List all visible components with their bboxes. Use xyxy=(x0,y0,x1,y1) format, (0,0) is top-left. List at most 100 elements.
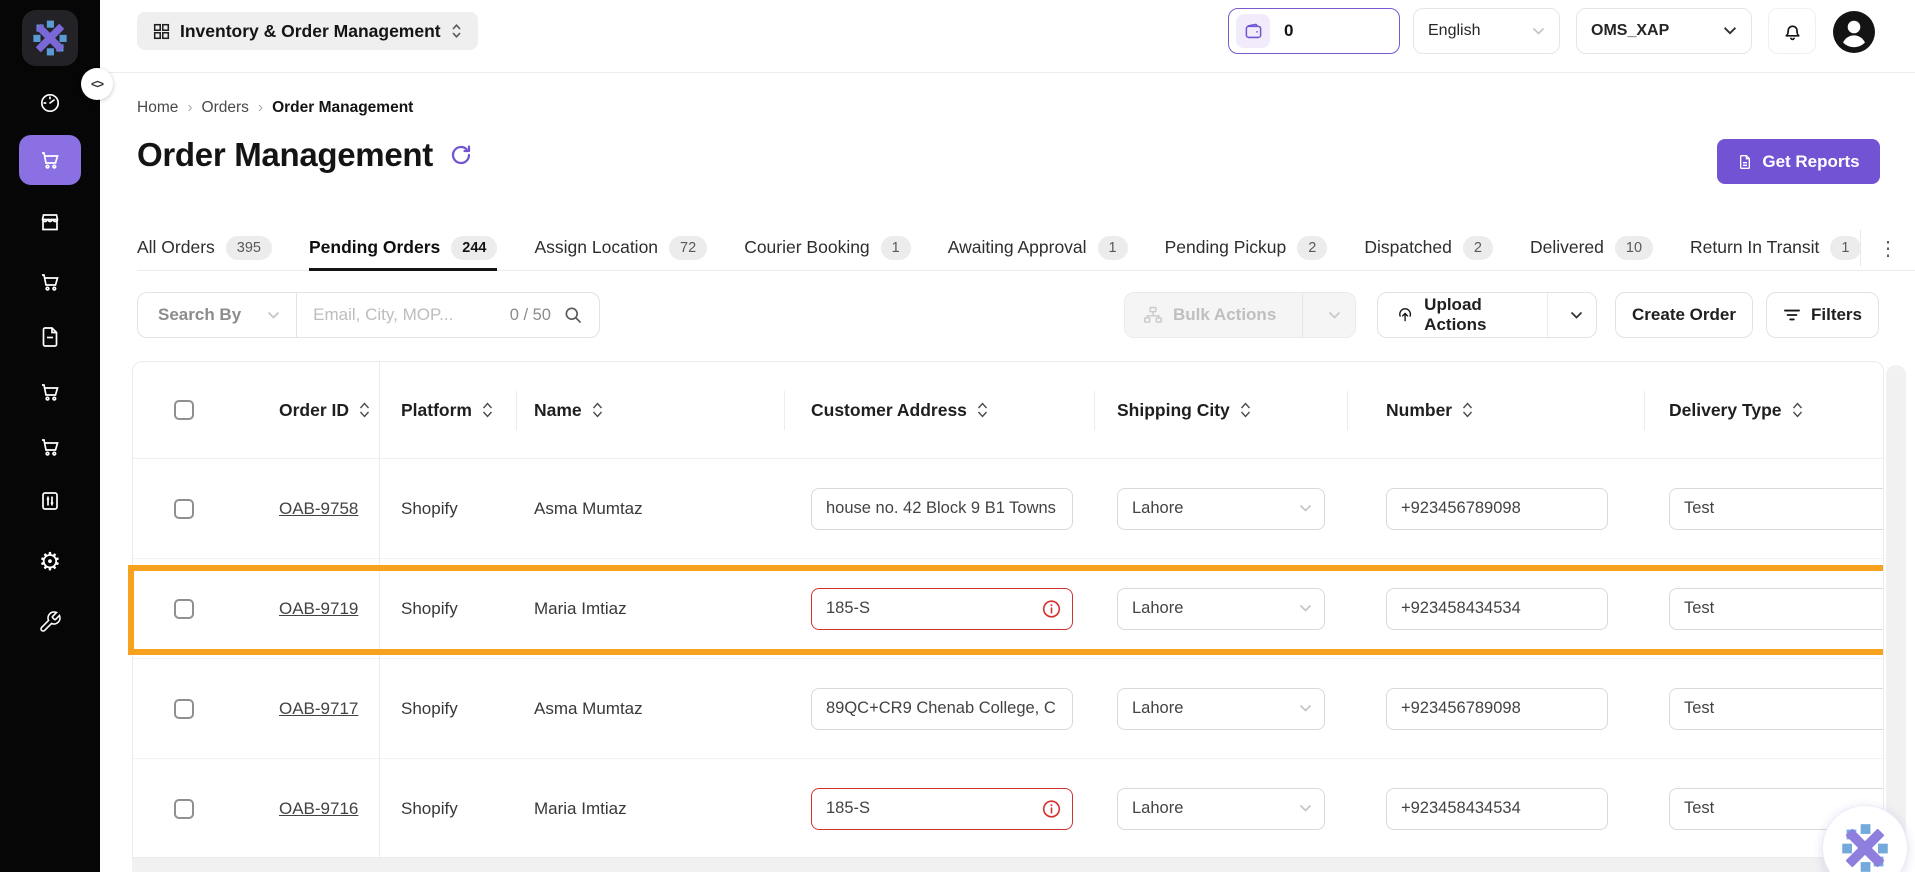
row-checkbox[interactable] xyxy=(174,799,194,819)
select-all-checkbox[interactable] xyxy=(174,400,194,420)
sidebar-item-orders[interactable] xyxy=(19,135,81,185)
language-select[interactable]: English xyxy=(1413,8,1560,54)
sidebar-item-documents[interactable] xyxy=(0,313,100,361)
search-button[interactable] xyxy=(563,305,583,325)
tab-awaiting-approval[interactable]: Awaiting Approval 1 xyxy=(948,224,1128,271)
delivery-type-input[interactable] xyxy=(1669,588,1883,630)
wallet-balance[interactable]: 0 xyxy=(1228,8,1400,54)
sidebar-item-tools[interactable] xyxy=(0,598,100,646)
customer-address-input-error[interactable] xyxy=(811,788,1073,830)
bulk-actions-dropdown[interactable] xyxy=(1313,293,1355,337)
sort-icon[interactable] xyxy=(592,401,603,419)
sort-icon[interactable] xyxy=(1462,401,1473,419)
app-switcher[interactable]: Inventory & Order Management xyxy=(137,12,478,50)
address-error-info-icon[interactable] xyxy=(1042,599,1061,618)
tab-courier-booking[interactable]: Courier Booking 1 xyxy=(744,224,911,271)
create-order-label: Create Order xyxy=(1632,305,1736,325)
column-header-order-id[interactable]: Order ID xyxy=(235,362,379,458)
tab-all-orders[interactable]: All Orders 395 xyxy=(137,224,272,271)
button-divider xyxy=(1302,293,1303,337)
order-id-link[interactable]: OAB-9716 xyxy=(279,799,358,819)
customer-address-input[interactable] xyxy=(811,488,1073,530)
phone-number-input[interactable] xyxy=(1386,688,1608,730)
column-label: Delivery Type xyxy=(1669,400,1782,421)
app-logo[interactable] xyxy=(22,10,78,66)
tab-label: Assign Location xyxy=(534,237,658,258)
sidebar-item-cart-secondary[interactable] xyxy=(0,258,100,306)
wallet-amount: 0 xyxy=(1284,21,1293,41)
breadcrumb-home[interactable]: Home xyxy=(137,99,178,117)
notifications-button[interactable] xyxy=(1768,8,1816,54)
order-id-link[interactable]: OAB-9719 xyxy=(279,599,358,619)
bulk-actions-label: Bulk Actions xyxy=(1173,305,1276,325)
search-input[interactable] xyxy=(297,305,510,325)
shipping-city-select[interactable]: Lahore xyxy=(1117,688,1325,730)
shipping-city-select[interactable]: Lahore xyxy=(1117,788,1325,830)
sidebar-item-settings[interactable]: ⚙ xyxy=(0,537,100,585)
tab-return-in-transit[interactable]: Return In Transit 1 xyxy=(1690,224,1860,271)
tab-pending-pickup[interactable]: Pending Pickup 2 xyxy=(1165,224,1328,271)
sort-icon[interactable] xyxy=(1792,401,1803,419)
refresh-button[interactable] xyxy=(449,143,473,167)
shipping-city-select[interactable]: Lahore xyxy=(1117,488,1325,530)
upload-actions-dropdown[interactable] xyxy=(1558,293,1596,337)
address-error-info-icon[interactable] xyxy=(1042,799,1061,818)
sidebar-item-cart-tertiary[interactable] xyxy=(0,368,100,416)
chevron-down-icon xyxy=(1570,311,1583,320)
sort-icon[interactable] xyxy=(1240,401,1251,419)
column-header-platform[interactable]: Platform xyxy=(379,362,516,458)
delivery-type-input[interactable] xyxy=(1669,688,1883,730)
organization-select[interactable]: OMS_XAP xyxy=(1576,8,1752,54)
row-checkbox[interactable] xyxy=(174,499,194,519)
phone-number-input[interactable] xyxy=(1386,588,1608,630)
tab-count-badge: 2 xyxy=(1463,236,1493,260)
row-checkbox[interactable] xyxy=(174,599,194,619)
upload-actions-button[interactable]: Upload Actions xyxy=(1377,292,1597,338)
column-label: Platform xyxy=(401,400,472,421)
column-header-number[interactable]: Number xyxy=(1347,362,1644,458)
user-avatar[interactable] xyxy=(1832,10,1876,54)
order-id-link[interactable]: OAB-9758 xyxy=(279,499,358,519)
tab-delivered[interactable]: Delivered 10 xyxy=(1530,224,1653,271)
order-id-link[interactable]: OAB-9717 xyxy=(279,699,358,719)
sidebar-collapse-button[interactable]: <> xyxy=(81,68,113,100)
sidebar-item-store[interactable] xyxy=(0,198,100,246)
tabs-more-button[interactable]: ⋮ xyxy=(1860,230,1915,266)
tab-label: Pending Pickup xyxy=(1165,237,1287,258)
sort-icon[interactable] xyxy=(977,401,988,419)
shipping-city-select[interactable]: Lahore xyxy=(1117,588,1325,630)
column-header-customer-address[interactable]: Customer Address xyxy=(784,362,1094,458)
horizontal-scrollbar[interactable] xyxy=(132,858,1884,872)
sort-icon[interactable] xyxy=(482,401,493,419)
shipping-city-value: Lahore xyxy=(1132,799,1183,818)
sort-icon[interactable] xyxy=(359,401,370,419)
shipping-city-value: Lahore xyxy=(1132,599,1183,618)
tab-count-badge: 10 xyxy=(1615,236,1653,260)
column-header-shipping-city[interactable]: Shipping City xyxy=(1094,362,1347,458)
vertical-scrollbar[interactable] xyxy=(1886,365,1906,858)
delivery-type-input[interactable] xyxy=(1669,488,1883,530)
column-label: Shipping City xyxy=(1117,400,1230,421)
phone-number-input[interactable] xyxy=(1386,488,1608,530)
tab-assign-location[interactable]: Assign Location 72 xyxy=(534,224,707,271)
column-header-name[interactable]: Name xyxy=(516,362,784,458)
column-label: Customer Address xyxy=(811,400,967,421)
column-header-delivery-type[interactable]: Delivery Type xyxy=(1644,362,1883,458)
phone-number-input[interactable] xyxy=(1386,788,1608,830)
create-order-button[interactable]: Create Order xyxy=(1615,292,1753,338)
sidebar-item-controls[interactable] xyxy=(0,477,100,525)
filters-button[interactable]: Filters xyxy=(1766,292,1879,338)
bulk-actions-button[interactable]: Bulk Actions xyxy=(1124,292,1356,338)
tabs-scroll: All Orders 395 Pending Orders 244 Assign… xyxy=(137,224,1860,271)
customer-address-input[interactable] xyxy=(811,688,1073,730)
get-reports-button[interactable]: Get Reports xyxy=(1717,139,1880,184)
sidebar-item-cart-quaternary[interactable] xyxy=(0,423,100,471)
breadcrumb-current: Order Management xyxy=(272,99,413,117)
tab-dispatched[interactable]: Dispatched 2 xyxy=(1364,224,1493,271)
search-by-select[interactable]: Search By xyxy=(138,305,296,325)
tab-label: Pending Orders xyxy=(309,237,440,258)
tab-pending-orders[interactable]: Pending Orders 244 xyxy=(309,224,497,271)
customer-address-input-error[interactable] xyxy=(811,588,1073,630)
breadcrumb-orders[interactable]: Orders xyxy=(202,99,249,117)
row-checkbox[interactable] xyxy=(174,699,194,719)
